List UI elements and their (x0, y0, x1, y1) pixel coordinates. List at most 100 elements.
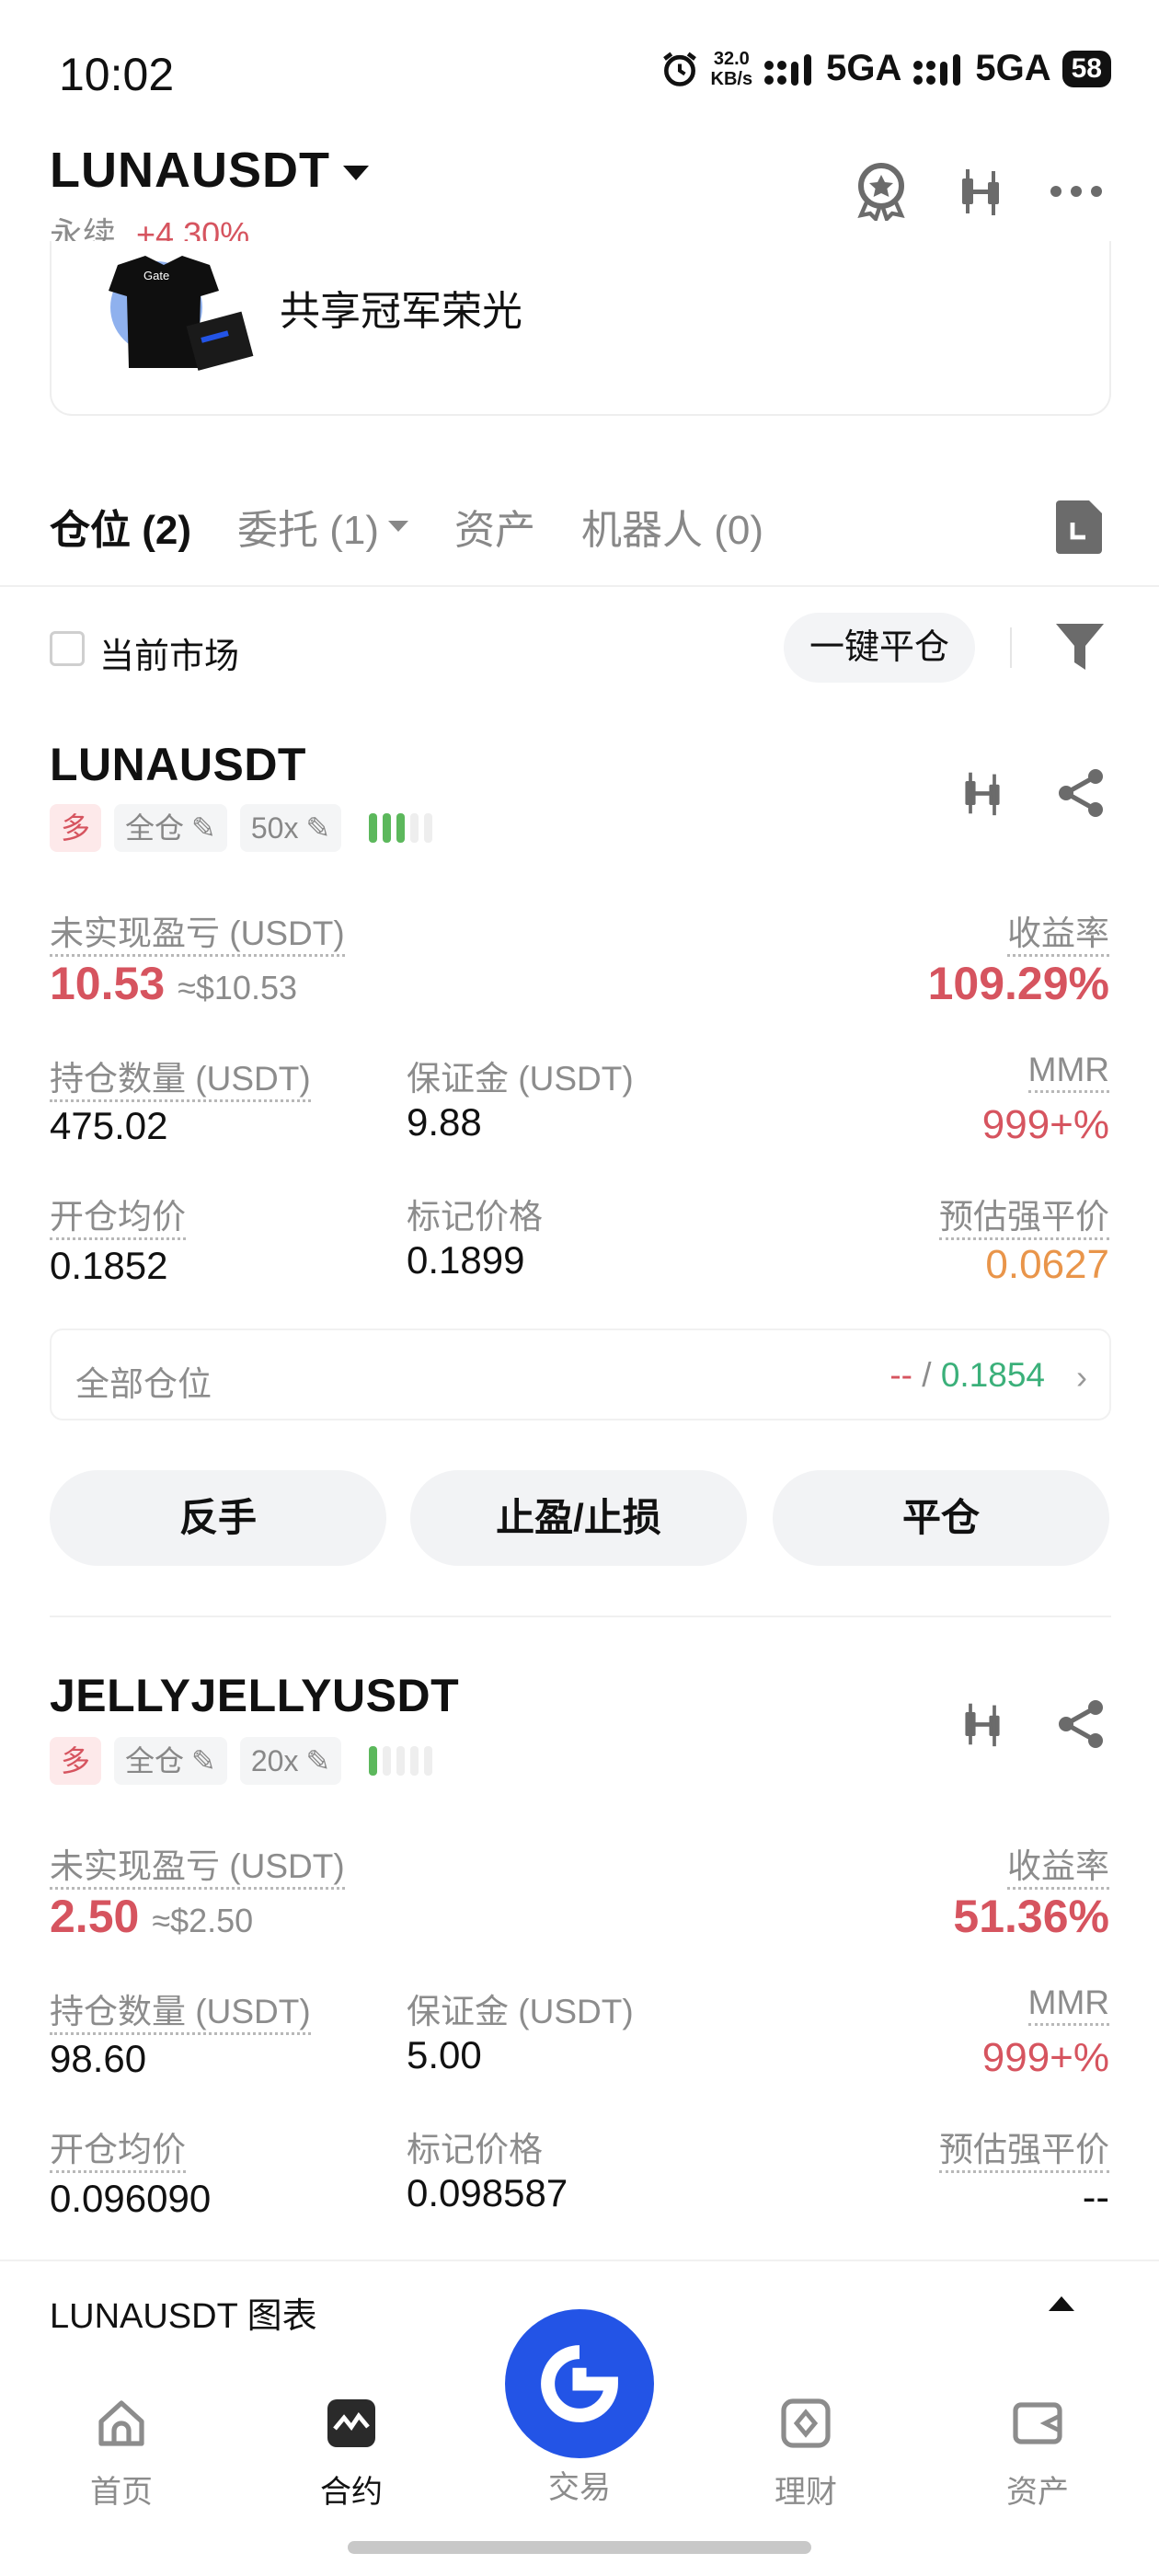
network-speed: 32.0 KB/s (710, 48, 753, 89)
pnl-value-row: 10.53 ≈$10.53 (50, 957, 297, 1010)
entry-price-label[interactable]: 开仓均价 (50, 1198, 186, 1240)
tab-bots[interactable]: 机器人 (0) (581, 497, 763, 556)
edit-icon: ✎ (305, 1744, 331, 1777)
pair-title: LUNAUSDT (50, 143, 330, 198)
nav-earn[interactable]: 理财 (732, 2398, 879, 2512)
roe-value: 109.29% (927, 958, 1109, 1009)
tab-positions[interactable]: 仓位 (2) (50, 497, 191, 556)
reverse-button[interactable]: 反手 (50, 1470, 386, 1566)
entry-price-label[interactable]: 开仓均价 (50, 2131, 186, 2173)
gate-logo-icon (541, 2345, 618, 2422)
all-positions-row[interactable]: 全部仓位 -- / 0.1854 › (50, 1328, 1111, 1420)
position-divider (50, 1616, 1111, 1617)
margin-mode-tag[interactable]: 全仓 ✎ (114, 804, 227, 852)
position-tags: 多 全仓 ✎ 50x ✎ (50, 804, 433, 852)
nav-futures[interactable]: 合约 (278, 2398, 425, 2512)
promo-text: 共享冠军荣光 (280, 289, 522, 334)
badge-icon[interactable] (852, 162, 911, 221)
network-type-2: 5GA (975, 48, 1051, 88)
tp-sl-button[interactable]: 止盈/止损 (410, 1470, 747, 1566)
alarm-icon (662, 52, 696, 86)
caret-down-icon (342, 166, 369, 180)
mark-price-label: 标记价格 (407, 1198, 543, 1236)
all-positions-value: -- / 0.1854 (889, 1356, 1045, 1394)
share-icon[interactable] (1052, 1695, 1111, 1754)
current-market-label: 当前市场 (99, 638, 240, 676)
caret-down-icon (388, 521, 408, 532)
mmr-value: 999+% (981, 1102, 1109, 1147)
edit-icon: ✎ (305, 811, 331, 845)
margin-value: 5.00 (407, 2033, 482, 2076)
mark-price-label: 标记价格 (407, 2131, 543, 2168)
mmr-label[interactable]: MMR (1027, 1051, 1109, 1093)
home-icon (98, 2400, 144, 2446)
pnl-value: 10.53 (50, 958, 166, 1009)
size-value: 98.60 (50, 2037, 147, 2080)
mmr-value: 999+% (981, 2035, 1109, 2080)
pair-selector[interactable]: LUNAUSDT (50, 142, 369, 199)
earn-icon (781, 2398, 831, 2448)
margin-label: 保证金 (USDT) (407, 1993, 634, 2030)
size-label[interactable]: 持仓数量 (USDT) (50, 1060, 311, 1102)
roe-label[interactable]: 收益率 (1007, 914, 1109, 957)
tab-orders[interactable]: 委托 (1) (237, 497, 408, 556)
mmr-label[interactable]: MMR (1027, 1984, 1109, 2026)
candlestick-icon[interactable] (951, 162, 1010, 221)
pnl-usd: ≈$2.50 (152, 1902, 254, 1939)
candlestick-icon[interactable] (953, 764, 1012, 822)
status-icons: 32.0 KB/s 5GA 5GA 58 (660, 48, 1111, 89)
liq-price-value: 0.0627 (985, 1242, 1109, 1287)
more-icon[interactable] (1047, 162, 1106, 221)
futures-icon (327, 2399, 375, 2447)
roe-label[interactable]: 收益率 (1007, 1847, 1109, 1890)
size-label[interactable]: 持仓数量 (USDT) (50, 1993, 311, 2035)
document-icon[interactable] (1056, 500, 1102, 554)
leverage-tag[interactable]: 50x ✎ (239, 804, 342, 852)
wallet-icon (1013, 2402, 1062, 2444)
tab-assets[interactable]: 资产 (454, 497, 535, 556)
chart-bar-label: LUNAUSDT 图表 (50, 2297, 317, 2336)
close-position-button[interactable]: 平仓 (773, 1470, 1109, 1566)
mark-price-value: 0.098587 (407, 2171, 568, 2214)
chevron-right-icon: › (1076, 1358, 1087, 1396)
share-icon[interactable] (1052, 764, 1111, 822)
position-tabs: 仓位 (2) 委托 (1) 资产 机器人 (0) (50, 497, 763, 556)
margin-mode-tag[interactable]: 全仓 ✎ (114, 1737, 227, 1785)
edit-icon: ✎ (191, 1744, 216, 1777)
nav-home[interactable]: 首页 (48, 2398, 195, 2512)
home-indicator[interactable] (348, 2541, 811, 2554)
caret-up-icon (1049, 2296, 1074, 2311)
margin-value: 9.88 (407, 1100, 482, 1144)
risk-level-bars (369, 1746, 433, 1776)
edit-icon: ✎ (191, 811, 216, 845)
candlestick-icon[interactable] (953, 1695, 1012, 1754)
signal-icon (764, 53, 812, 86)
network-type-1: 5GA (826, 48, 902, 88)
nav-assets[interactable]: 资产 (964, 2398, 1111, 2512)
roe-value: 51.36% (953, 1891, 1109, 1942)
side-badge: 多 (50, 1737, 102, 1785)
mark-price-value: 0.1899 (407, 1238, 525, 1282)
all-positions-label: 全部仓位 (75, 1365, 212, 1403)
tshirt-image: Gate (99, 254, 256, 374)
pnl-label[interactable]: 未实现盈亏 (USDT) (50, 1847, 345, 1890)
filter-icon[interactable] (1054, 620, 1106, 673)
entry-price-value: 0.096090 (50, 2177, 212, 2220)
leverage-tag[interactable]: 20x ✎ (239, 1737, 342, 1785)
risk-level-bars (369, 813, 433, 843)
size-value: 475.02 (50, 1104, 168, 1147)
liq-price-label[interactable]: 预估强平价 (939, 2131, 1109, 2173)
trade-button[interactable] (505, 2309, 654, 2458)
liq-price-label[interactable]: 预估强平价 (939, 1198, 1109, 1240)
pnl-usd: ≈$10.53 (178, 969, 297, 1006)
tabs-divider (0, 585, 1159, 587)
trade-label[interactable]: 交易 (505, 2462, 654, 2507)
position-symbol[interactable]: JELLYJELLYUSDT (50, 1669, 459, 1722)
close-all-button[interactable]: 一键平仓 (784, 613, 975, 683)
pnl-label[interactable]: 未实现盈亏 (USDT) (50, 914, 345, 957)
shirt-logo: Gate (143, 269, 169, 282)
position-symbol[interactable]: LUNAUSDT (50, 738, 306, 791)
status-time: 10:02 (59, 49, 175, 100)
current-market-checkbox[interactable] (50, 631, 85, 666)
side-badge: 多 (50, 804, 102, 852)
